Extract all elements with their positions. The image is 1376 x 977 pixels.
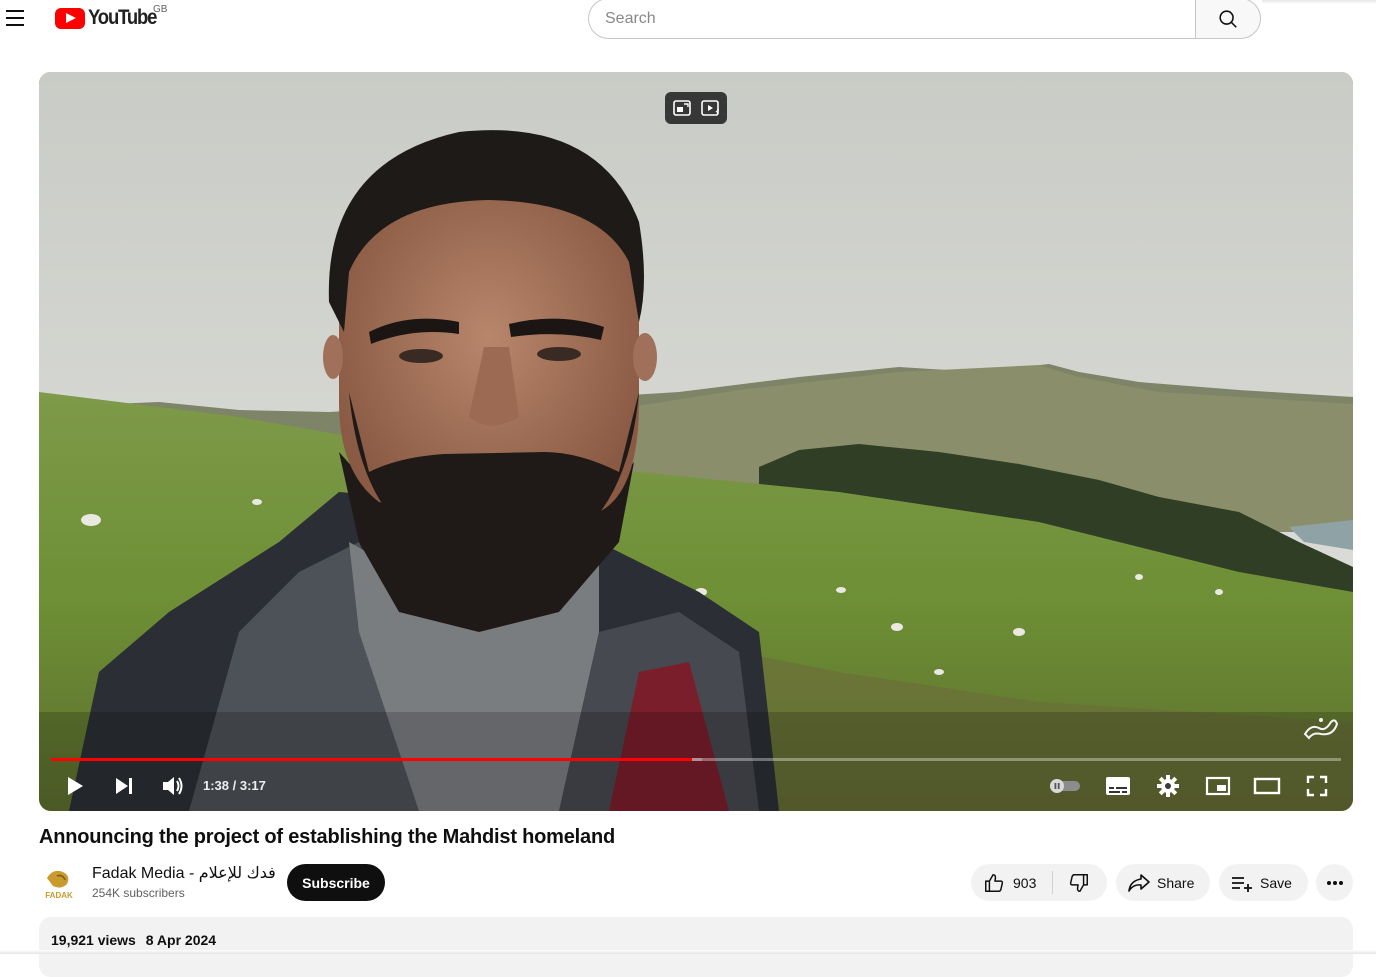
ambient-icon[interactable] [699,97,721,119]
miniplayer-icon [1205,776,1231,796]
like-count: 903 [1013,874,1037,891]
overlay-buttons [665,92,727,124]
settings-button[interactable] [1150,766,1186,806]
popup-edge [1262,0,1376,4]
duration: 3:17 [239,778,266,793]
current-time: 1:38 [203,778,230,793]
view-count: 19,921 views [51,932,136,948]
save-icon [1232,876,1252,892]
fullscreen-button[interactable] [1299,766,1335,806]
reframe-icon[interactable] [671,97,693,119]
description-meta: 19,921 views 8 Apr 2024 [51,932,222,948]
channel-avatar[interactable]: FADAK [39,864,79,904]
theater-icon [1253,777,1281,795]
like-icon [985,873,1004,892]
menu-icon[interactable] [6,4,32,32]
settings-icon [1157,775,1179,797]
more-icon [1326,880,1343,885]
search-button[interactable] [1195,0,1261,39]
subtitles-button[interactable] [1100,766,1136,806]
next-icon [116,778,132,794]
video-player[interactable]: 1:38 / 3:17 [39,72,1353,811]
progress-bar[interactable] [51,758,1341,761]
channel-name[interactable]: Fadak Media - فدك للإعلام [92,863,276,883]
subtitles-icon [1106,777,1130,795]
time-display: 1:38 / 3:17 [203,778,266,793]
next-button[interactable] [106,766,142,806]
search-box[interactable] [588,0,1196,39]
avatar-text: FADAK [45,891,73,900]
dislike-icon [1069,873,1088,892]
theater-mode-button[interactable] [1249,766,1285,806]
subscriber-count: 254K subscribers [92,886,185,900]
share-icon [1128,873,1150,892]
autoplay-toggle[interactable] [1046,766,1084,806]
video-title: Announcing the project of establishing t… [39,826,615,848]
played-bar [51,758,693,761]
volume-icon [163,777,183,795]
save-button[interactable]: Save [1219,864,1308,901]
more-actions-button[interactable] [1316,864,1353,901]
like-dislike-group: 903 [971,864,1107,901]
save-label: Save [1260,874,1292,891]
share-label: Share [1157,874,1195,891]
volume-button[interactable] [155,766,191,806]
masthead: YouTube GB [0,0,1376,48]
subscribe-button[interactable]: Subscribe [287,864,385,901]
play-button[interactable] [57,766,93,806]
play-icon [68,777,83,795]
region-code: GB [153,4,168,15]
logo-text: YouTube [88,6,157,29]
window-bottom-edge [0,950,1376,954]
miniplayer-button[interactable] [1200,766,1236,806]
upload-date: 8 Apr 2024 [145,932,217,948]
player-controls: 1:38 / 3:17 [39,766,1353,806]
channel-watermark-logo [1303,718,1339,740]
youtube-play-logo-icon [55,7,85,29]
fullscreen-icon [1306,775,1328,797]
dislike-button[interactable] [1053,864,1105,901]
search-input[interactable] [605,9,1196,28]
youtube-logo[interactable]: YouTube [55,6,166,30]
like-button[interactable]: 903 [971,871,1053,894]
video-frame [39,72,1353,811]
description-box[interactable]: 19,921 views 8 Apr 2024 [39,917,1353,977]
search-icon [1219,9,1237,28]
share-button[interactable]: Share [1116,864,1210,901]
